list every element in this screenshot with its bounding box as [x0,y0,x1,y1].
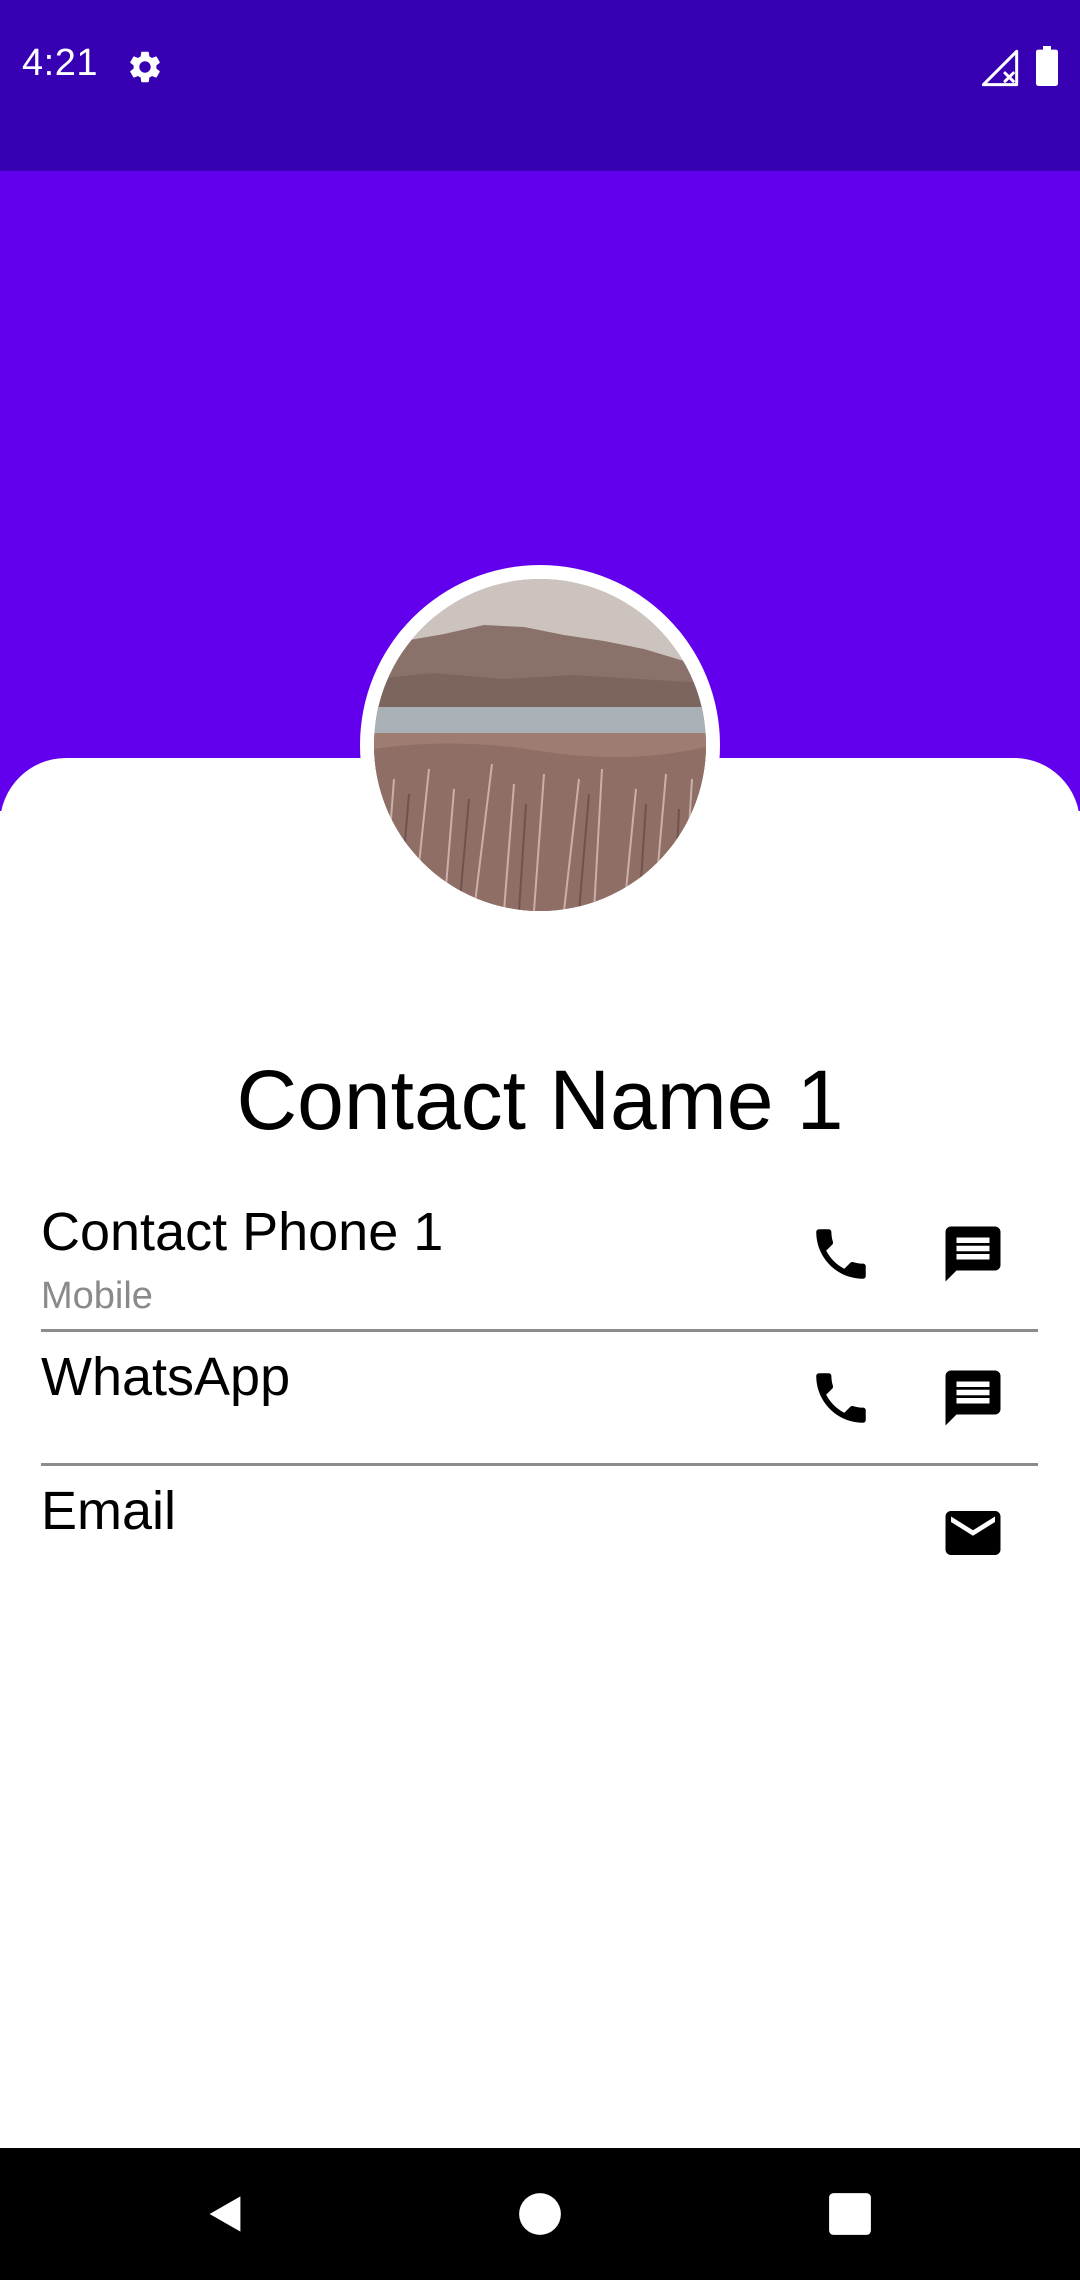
divider [41,1463,1038,1466]
phone-type: Mobile [41,1275,153,1317]
recents-icon [829,2193,871,2235]
home-icon [519,2193,561,2235]
gear-icon [126,48,164,86]
email-button[interactable] [931,1491,1015,1575]
phone-number: Contact Phone 1 [41,1202,444,1262]
avatar-photo [374,579,706,911]
message-icon [945,1370,1001,1426]
email-icon [945,1511,1001,1555]
message-button[interactable] [931,1212,1015,1296]
navigation-bar [0,2148,1080,2280]
email-row[interactable]: Email [41,1479,1038,1589]
phone-icon [816,1373,866,1423]
call-button[interactable] [799,1212,883,1296]
home-button[interactable] [498,2172,582,2256]
battery-icon [1036,46,1058,86]
contact-detail-screen: 4:21 Contact Name 1 Contact Phone 1 Mobi… [0,0,1080,2280]
whatsapp-label: WhatsApp [41,1347,291,1407]
status-time: 4:21 [22,42,98,84]
contact-name: Contact Name 1 [236,1053,844,1147]
message-icon [945,1226,1001,1282]
back-icon [209,2196,241,2232]
email-label: Email [41,1481,177,1541]
avatar[interactable] [360,565,720,925]
phone-icon [816,1229,866,1279]
phone-row[interactable]: Contact Phone 1 Mobile [41,1200,1038,1330]
whatsapp-row[interactable]: WhatsApp [41,1345,1038,1463]
recents-button[interactable] [808,2172,892,2256]
divider [41,1329,1038,1332]
status-bar: 4:21 [0,0,1080,171]
back-button[interactable] [183,2172,267,2256]
whatsapp-call-button[interactable] [799,1356,883,1440]
signal-off-icon [980,48,1020,88]
whatsapp-message-button[interactable] [931,1356,1015,1440]
